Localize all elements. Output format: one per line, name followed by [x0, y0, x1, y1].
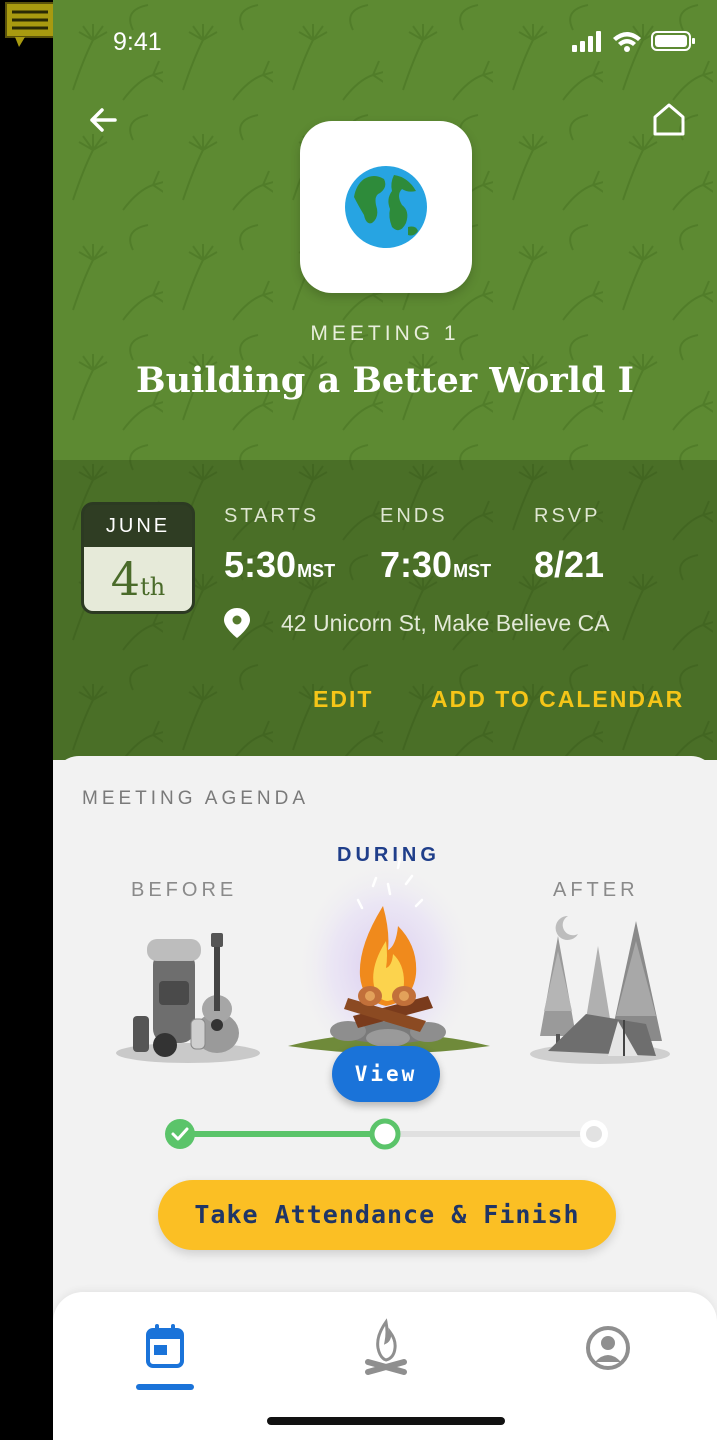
agenda-card: MEETING AGENDA BEFORE DURING AFTER: [53, 756, 717, 1316]
starts-label: STARTS: [224, 505, 320, 527]
home-icon[interactable]: [649, 100, 689, 140]
ends-unit: MST: [453, 561, 492, 581]
view-button[interactable]: View: [332, 1046, 440, 1102]
left-strip: [0, 0, 53, 1440]
bottom-tab-bar: [53, 1292, 717, 1440]
battery-icon: [651, 31, 695, 51]
ends-time: 7:30: [380, 544, 453, 585]
phase-before-label: BEFORE: [131, 879, 238, 901]
address-text: 42 Unicorn St, Make Believe CA: [281, 609, 610, 636]
starts-unit: MST: [297, 561, 336, 581]
starts-value: 5:30MST: [224, 544, 335, 586]
meeting-logo: [300, 121, 472, 293]
date-badge: JUNE 4th: [81, 502, 195, 614]
status-icons: [572, 31, 695, 52]
wifi-icon: [613, 32, 641, 52]
earth-icon: [345, 166, 427, 248]
rsvp-label: RSVP: [534, 505, 601, 527]
take-attendance-finish-button[interactable]: Take Attendance & Finish: [158, 1180, 616, 1250]
agenda-title: MEETING AGENDA: [82, 788, 310, 809]
agenda-progress: [165, 1118, 608, 1150]
location-pin-icon: [224, 608, 250, 638]
meeting-number: MEETING 1: [310, 322, 460, 345]
signal-icon: [572, 31, 601, 52]
calendar-icon[interactable]: [136, 1318, 196, 1378]
edit-button[interactable]: EDIT: [313, 686, 373, 713]
date-day: 4th: [84, 547, 192, 611]
date-month: JUNE: [105, 515, 171, 537]
step-during-current: [369, 1118, 401, 1150]
back-arrow-icon[interactable]: [83, 100, 123, 140]
location-row[interactable]: 42 Unicorn St, Make Believe CA: [223, 605, 610, 641]
campfire-illustration[interactable]: [278, 846, 498, 1066]
tent-illustration[interactable]: [528, 916, 673, 1066]
ends-block: ENDS 7:30MST: [380, 505, 491, 586]
ends-label: ENDS: [380, 505, 448, 527]
camping-gear-illustration[interactable]: [113, 921, 263, 1066]
date-day-number: 4: [110, 552, 141, 606]
rsvp-date: 8/21: [534, 544, 605, 585]
note-icon[interactable]: [5, 2, 55, 48]
active-tab-indicator: [136, 1384, 194, 1390]
campfire-icon[interactable]: [356, 1318, 416, 1378]
home-indicator: [267, 1417, 505, 1425]
phase-after-label: AFTER: [553, 879, 639, 901]
step-before-complete: [165, 1119, 195, 1149]
date-day-suffix: th: [140, 573, 166, 601]
ends-value: 7:30MST: [380, 544, 491, 586]
add-to-calendar-button[interactable]: ADD TO CALENDAR: [431, 686, 684, 713]
starts-block: STARTS 5:30MST: [224, 505, 335, 586]
starts-time: 5:30: [224, 544, 297, 585]
status-time: 9:41: [113, 28, 162, 56]
meeting-title: Building a Better World I: [136, 360, 634, 401]
phone-screen: 9:41 MEETING 1 Building a Better World I…: [53, 0, 717, 1440]
profile-icon[interactable]: [578, 1318, 638, 1378]
rsvp-block: RSVP 8/21: [534, 505, 604, 586]
